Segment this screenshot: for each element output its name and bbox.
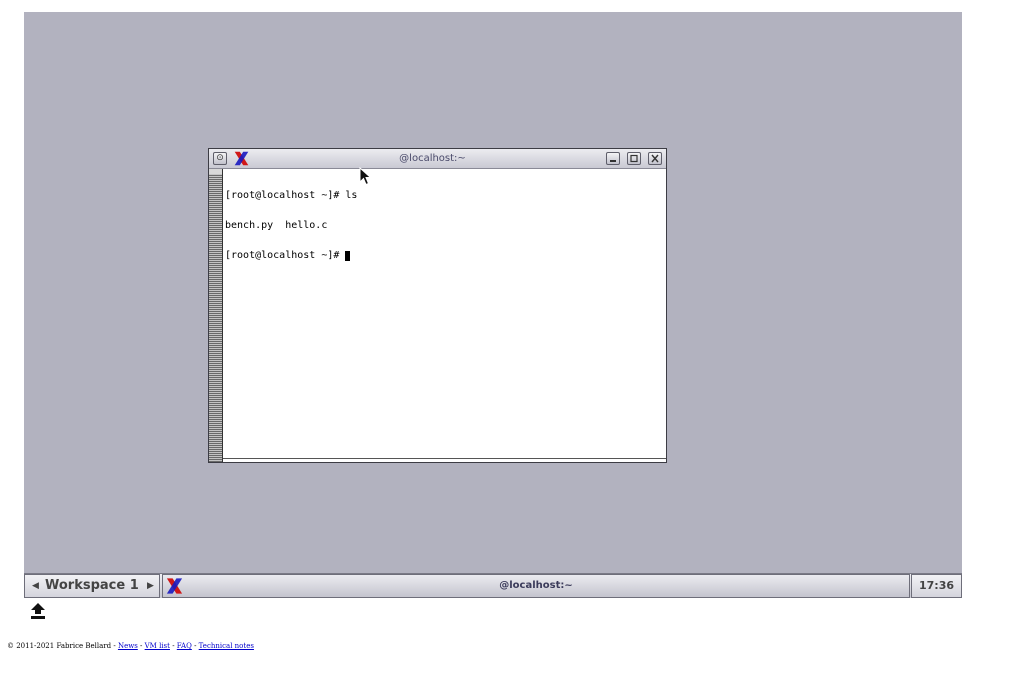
terminal-bottom-border [223,458,666,462]
terminal-line: [root@localhost ~]# [225,251,664,261]
taskbar: ◀ Workspace 1 ▶ @localhost:~ 17:36 [24,573,962,598]
maximize-icon [630,154,638,163]
workspace-next-icon[interactable]: ▶ [147,575,154,597]
terminal-line: bench.py hello.c [225,220,328,231]
terminal-scrollbar[interactable] [209,169,223,462]
footer: © 2011-2021 Fabrice Bellard - News - VM … [7,642,254,650]
news-link[interactable]: News [118,642,138,650]
terminal-line: [root@localhost ~]# ls [225,190,358,201]
xterm-window[interactable]: ⊙ @localhost:~ [root@localhost ~]# ls be… [208,148,667,463]
minimize-button[interactable] [606,152,620,165]
workspace-switcher[interactable]: ◀ Workspace 1 ▶ [24,574,160,598]
terminal-prompt: [root@localhost ~]# [225,250,346,261]
copyright-text: © 2011-2021 Fabrice Bellard - [7,642,118,650]
window-menu-button[interactable]: ⊙ [213,152,227,165]
faq-link[interactable]: FAQ [177,642,192,650]
taskbar-item-xterm[interactable]: @localhost:~ [162,574,910,598]
window-title: @localhost:~ [399,153,466,164]
window-titlebar[interactable]: ⊙ @localhost:~ [209,149,666,169]
scrollbar-thumb[interactable] [209,169,222,174]
vm-list-link[interactable]: VM list [145,642,170,650]
x-logo-icon [234,151,249,166]
desktop[interactable]: ⊙ @localhost:~ [root@localhost ~]# ls be… [24,12,962,573]
maximize-button[interactable] [627,152,641,165]
link-separator: - [169,642,177,650]
technical-notes-link[interactable]: Technical notes [199,642,254,650]
link-separator: - [191,642,199,650]
taskbar-item-label: @localhost:~ [499,580,573,591]
upload-icon[interactable] [29,602,47,620]
workspace-label: Workspace 1 [45,578,139,593]
emulator-screen[interactable]: ⊙ @localhost:~ [root@localhost ~]# ls be… [24,12,962,598]
workspace-prev-icon[interactable]: ◀ [32,575,39,597]
close-icon [651,154,659,163]
minimize-icon [610,160,616,162]
menu-icon: ⊙ [216,153,224,163]
terminal-cursor [345,251,351,261]
link-separator: - [137,642,145,650]
terminal-content[interactable]: [root@localhost ~]# ls bench.py hello.c … [225,171,664,460]
clock: 17:36 [911,574,962,598]
mouse-pointer-icon [359,167,372,186]
close-button[interactable] [648,152,662,165]
